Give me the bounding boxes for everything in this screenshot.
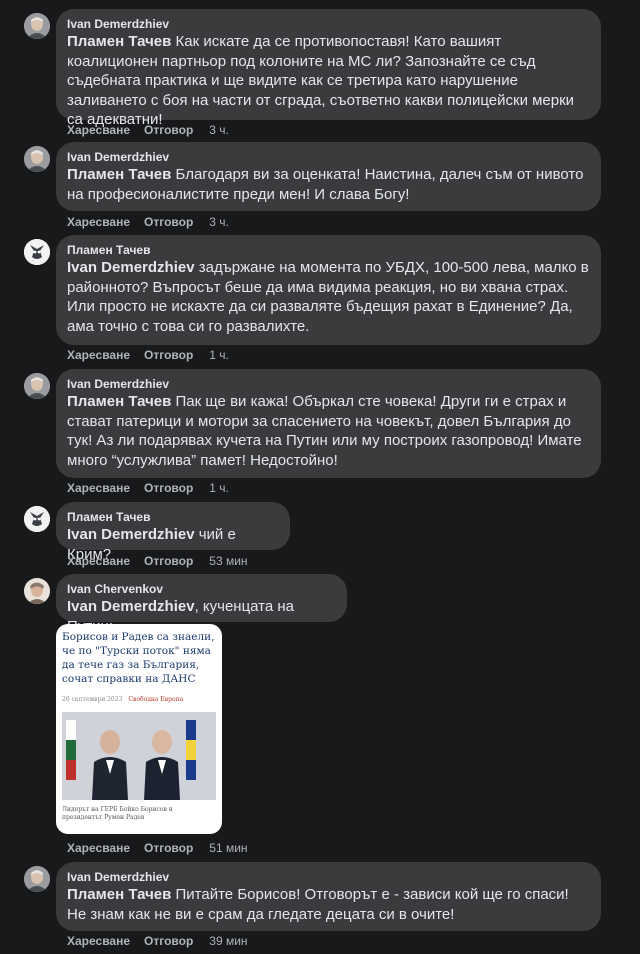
comment-bubble: Ivan Demerdzhiev Пламен Тачев Питайте Бо…	[56, 862, 601, 931]
comment-actions: Харесване Отговор 3 ч.	[67, 122, 243, 138]
comment-timestamp[interactable]: 53 мин	[209, 553, 247, 569]
reply-button[interactable]: Отговор	[144, 122, 193, 138]
image-attachment[interactable]: Борисов и Радев са знаели, че по "Турски…	[56, 624, 222, 834]
comment-author[interactable]: Ivan Demerdzhiev	[67, 149, 589, 165]
avatar[interactable]	[24, 866, 50, 892]
like-button[interactable]: Харесване	[67, 840, 130, 856]
attachment-meta: 26 септември 2023 Свободна Европа	[62, 696, 183, 703]
reply-button[interactable]: Отговор	[144, 840, 193, 856]
comment-text: Пламен Тачев Как искате да се противопос…	[67, 32, 589, 130]
avatar[interactable]	[24, 146, 50, 172]
like-button[interactable]: Харесване	[67, 214, 130, 230]
mention-link[interactable]: Пламен Тачев	[67, 393, 171, 410]
comment-actions: Харесване Отговор 1 ч.	[67, 480, 243, 496]
comment-author[interactable]: Ivan Demerdzhiev	[67, 869, 589, 885]
comment-bubble: Ivan Demerdzhiev Пламен Тачев Благодаря …	[56, 142, 601, 211]
attachment-headline: Борисов и Радев са знаели, че по "Турски…	[62, 631, 215, 685]
comment-timestamp[interactable]: 51 мин	[209, 840, 247, 856]
comment-actions: Харесване Отговор 3 ч.	[67, 214, 243, 230]
comment-actions: Харесване Отговор 53 мин	[67, 553, 262, 569]
avatar[interactable]	[24, 13, 50, 39]
comment-actions: Харесване Отговор 51 мин	[67, 840, 262, 856]
comment-text: Пламен Тачев Питайте Борисов! Отговорът …	[67, 885, 589, 924]
comment-text: Ivan Demerdzhiev задържане на момента по…	[67, 258, 589, 336]
like-button[interactable]: Харесване	[67, 347, 130, 363]
comment-timestamp[interactable]: 3 ч.	[209, 122, 229, 138]
comment-author[interactable]: Пламен Тачев	[67, 509, 278, 525]
like-button[interactable]: Харесване	[67, 933, 130, 949]
comment-bubble: Ivan Demerdzhiev Пламен Тачев Как искате…	[56, 9, 601, 128]
like-button[interactable]: Харесване	[67, 480, 130, 496]
comment-text: Пламен Тачев Благодаря ви за оценката! Н…	[67, 165, 589, 204]
reply-button[interactable]: Отговор	[144, 933, 193, 949]
comment-timestamp[interactable]: 1 ч.	[209, 347, 229, 363]
avatar[interactable]	[24, 578, 50, 604]
avatar[interactable]	[24, 239, 50, 265]
comment-text: Пламен Тачев Пак ще ви кажа! Объркал сте…	[67, 392, 589, 470]
reply-button[interactable]: Отговор	[144, 480, 193, 496]
comment-timestamp[interactable]: 3 ч.	[209, 214, 229, 230]
comment-thread: Ivan Demerdzhiev Пламен Тачев Как искате…	[0, 0, 640, 954]
mention-link[interactable]: Пламен Тачев	[67, 166, 171, 183]
reply-button[interactable]: Отговор	[144, 553, 193, 569]
comment-bubble: Ivan Chervenkov Ivan Demerdzhiev, кученц…	[56, 574, 347, 635]
comment-actions: Харесване Отговор 39 мин	[67, 933, 262, 949]
comment-bubble: Пламен Тачев Ivan Demerdzhiev задържане …	[56, 235, 601, 345]
like-button[interactable]: Харесване	[67, 122, 130, 138]
like-button[interactable]: Харесване	[67, 553, 130, 569]
reply-button[interactable]: Отговор	[144, 347, 193, 363]
comment-timestamp[interactable]: 1 ч.	[209, 480, 229, 496]
mention-link[interactable]: Пламен Тачев	[67, 886, 171, 903]
comment-author[interactable]: Пламен Тачев	[67, 242, 589, 258]
avatar[interactable]	[24, 506, 50, 532]
comment-author[interactable]: Ivan Demerdzhiev	[67, 376, 589, 392]
comment-author[interactable]: Ivan Demerdzhiev	[67, 16, 589, 32]
mention-link[interactable]: Ivan Demerdzhiev	[67, 526, 195, 543]
avatar[interactable]	[24, 373, 50, 399]
comment-bubble: Пламен Тачев Ivan Demerdzhiev чий е Крим…	[56, 502, 290, 563]
comment-author[interactable]: Ivan Chervenkov	[67, 581, 335, 597]
attachment-source: Свободна Европа	[128, 696, 184, 703]
attachment-caption: Лидерът на ГЕРБ Бойко Борисов и президен…	[62, 806, 173, 821]
comment-timestamp[interactable]: 39 мин	[209, 933, 247, 949]
attachment-date: 26 септември 2023	[62, 696, 123, 703]
comment-actions: Харесване Отговор 1 ч.	[67, 347, 243, 363]
mention-link[interactable]: Пламен Тачев	[67, 33, 171, 50]
attachment-photo	[62, 712, 216, 800]
mention-link[interactable]: Ivan Demerdzhiev	[67, 598, 195, 615]
mention-link[interactable]: Ivan Demerdzhiev	[67, 259, 195, 276]
comment-bubble: Ivan Demerdzhiev Пламен Тачев Пак ще ви …	[56, 369, 601, 478]
reply-button[interactable]: Отговор	[144, 214, 193, 230]
